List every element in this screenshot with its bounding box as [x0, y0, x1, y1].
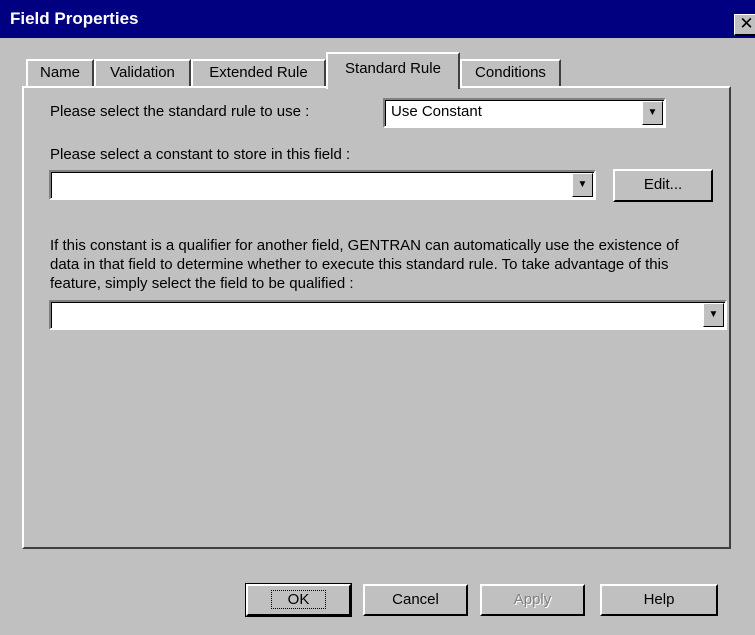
qualifier-description: If this constant is a qualifier for anot… — [50, 237, 679, 292]
help-button-label: Help — [643, 591, 675, 608]
tab-conditions[interactable]: Conditions — [460, 59, 561, 87]
tab-standard-rule[interactable]: Standard Rule — [326, 52, 460, 89]
tab-name[interactable]: Name — [26, 59, 94, 87]
edit-button-label: Edit... — [643, 176, 683, 193]
cancel-button-label: Cancel — [392, 591, 439, 608]
standard-rule-value: Use Constant — [391, 103, 482, 120]
constant-select[interactable]: ▼ — [49, 170, 596, 200]
apply-button-label: Apply — [513, 591, 552, 608]
ok-button[interactable]: OK — [245, 583, 352, 617]
close-icon: ✕ — [739, 14, 754, 33]
apply-button[interactable]: Apply — [480, 584, 585, 616]
tab-label: Validation — [110, 64, 175, 81]
tab-extended-rule[interactable]: Extended Rule — [191, 59, 326, 87]
help-button[interactable]: Help — [600, 584, 718, 616]
ok-button-label: OK — [270, 590, 327, 609]
close-button[interactable]: ✕ — [734, 14, 755, 36]
chevron-down-icon[interactable]: ▼ — [572, 173, 593, 197]
edit-button[interactable]: Edit... — [613, 169, 713, 202]
cancel-button[interactable]: Cancel — [363, 584, 468, 616]
window-title: Field Properties — [10, 9, 139, 28]
chevron-down-icon[interactable]: ▼ — [703, 303, 724, 327]
title-bar: Field Properties — [0, 0, 755, 38]
tab-label: Standard Rule — [345, 60, 441, 77]
chevron-down-icon[interactable]: ▼ — [642, 101, 663, 125]
tab-label: Extended Rule — [209, 64, 308, 81]
tab-validation[interactable]: Validation — [94, 59, 191, 87]
standard-rule-select[interactable]: Use Constant ▼ — [383, 98, 666, 128]
tab-label: Conditions — [475, 64, 546, 81]
tab-label: Name — [39, 64, 80, 81]
qualified-field-select[interactable]: ▼ — [49, 300, 727, 330]
